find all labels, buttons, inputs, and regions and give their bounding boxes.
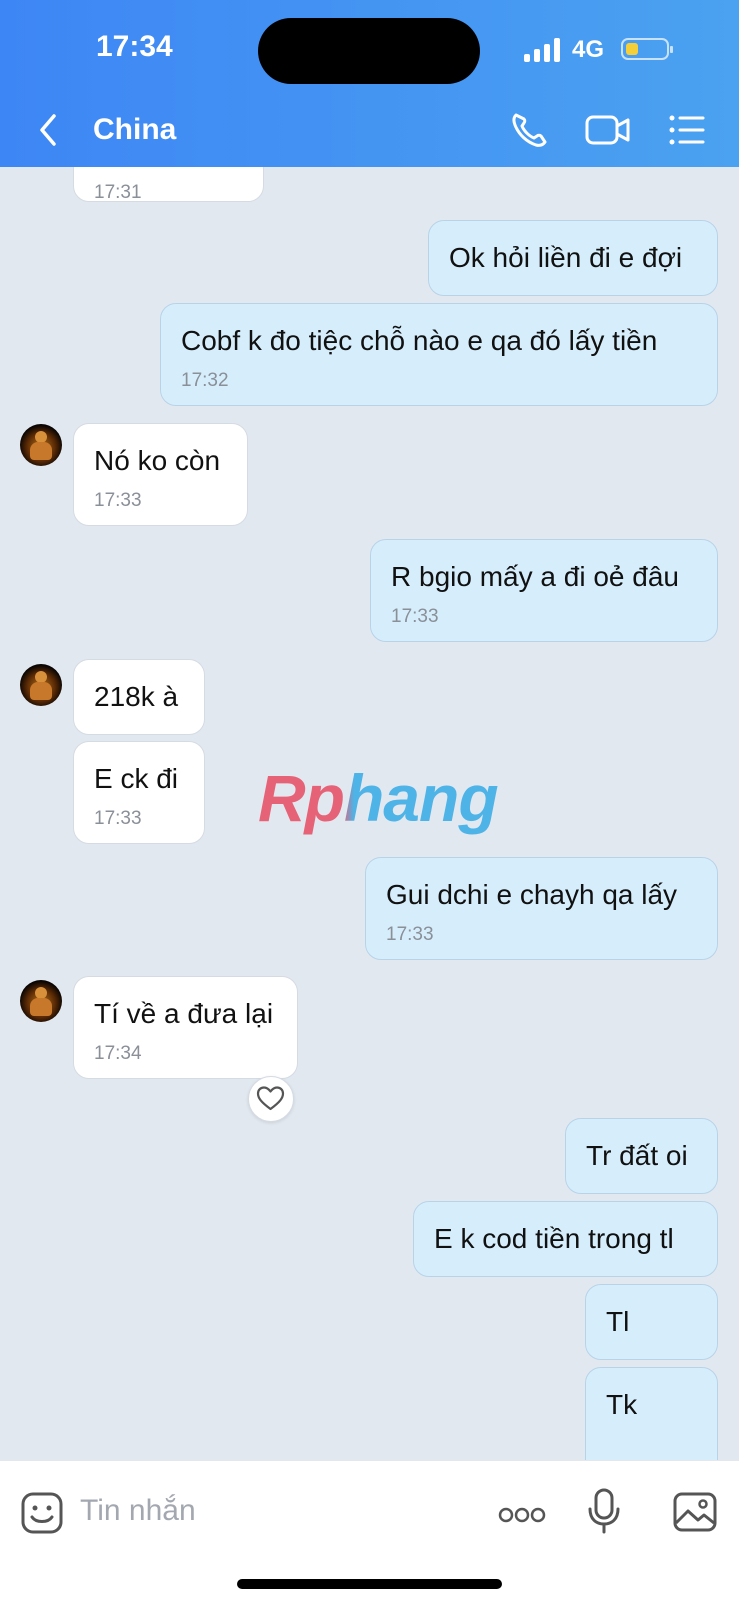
list-menu-icon — [669, 115, 705, 145]
phone-icon — [512, 113, 547, 147]
contact-avatar[interactable] — [20, 664, 62, 706]
message-outgoing[interactable]: Ok hỏi liền đi e đợi — [428, 220, 718, 296]
menu-button[interactable] — [665, 108, 713, 152]
back-button[interactable] — [34, 110, 66, 150]
message-time: 17:31 — [94, 182, 142, 203]
signal-icon — [524, 38, 564, 62]
watermark-logo: Rphang — [258, 761, 499, 835]
message-text: Ok hỏi liền đi e đợi — [449, 242, 683, 273]
home-indicator[interactable] — [237, 1579, 502, 1589]
chevron-left-icon — [40, 114, 56, 146]
message-text: E k cod tiền trong tl — [434, 1223, 674, 1254]
more-dots-icon — [498, 1507, 546, 1523]
image-button[interactable] — [672, 1491, 718, 1538]
chat-header: 17:34 4G China — [0, 0, 739, 167]
message-time: 17:32 — [181, 370, 229, 391]
more-button[interactable] — [498, 1505, 546, 1530]
message-incoming[interactable]: 17:31 — [73, 167, 264, 203]
message-incoming[interactable]: 218k à — [73, 659, 205, 735]
message-text: Cobf k đo tiệc chỗ nào e qa đó lấy tiền — [181, 325, 658, 356]
message-time: 17:33 — [386, 924, 434, 945]
message-time: 17:33 — [94, 490, 142, 511]
network-type: 4G — [572, 36, 605, 63]
message-text: Nó ko còn — [94, 445, 221, 476]
message-input-bar — [0, 1460, 739, 1601]
message-incoming[interactable]: Nó ko còn 17:33 — [73, 423, 248, 526]
message-time: 17:33 — [391, 606, 439, 627]
status-time: 17:34 — [96, 30, 173, 63]
emoji-sticker-icon — [21, 1492, 63, 1534]
dynamic-island — [258, 18, 480, 84]
message-outgoing[interactable]: Tl — [585, 1284, 718, 1360]
battery-icon — [621, 38, 673, 60]
message-outgoing[interactable]: Tr đất oi — [565, 1118, 718, 1194]
message-outgoing[interactable]: E k cod tiền trong tl — [413, 1201, 718, 1277]
message-incoming[interactable]: Tí về a đưa lại 17:34 — [73, 976, 298, 1079]
heart-icon — [256, 1086, 285, 1111]
message-text: Tí về a đưa lại — [94, 998, 274, 1029]
call-button[interactable] — [506, 108, 554, 152]
message-text: 218k à — [94, 681, 179, 712]
message-text: Tr đất oi — [586, 1140, 688, 1171]
message-time: 17:34 — [94, 1043, 142, 1064]
message-time: 17:33 — [94, 808, 142, 829]
message-outgoing[interactable]: Tk — [585, 1367, 718, 1460]
message-text: Tk — [606, 1389, 638, 1420]
chat-title[interactable]: China — [93, 113, 176, 147]
voice-button[interactable] — [586, 1487, 622, 1540]
message-incoming[interactable]: E ck đi 17:33 — [73, 741, 205, 844]
video-camera-icon — [585, 115, 630, 145]
contact-avatar[interactable] — [20, 980, 62, 1022]
message-text: Gui dchi e chayh qa lấy — [386, 879, 678, 910]
message-outgoing[interactable]: Cobf k đo tiệc chỗ nào e qa đó lấy tiền … — [160, 303, 718, 406]
message-text: R bgio mấy a đi oẻ đâu — [391, 561, 679, 592]
video-call-button[interactable] — [584, 108, 632, 152]
reaction-button[interactable] — [248, 1076, 294, 1122]
microphone-icon — [588, 1488, 620, 1534]
contact-avatar[interactable] — [20, 424, 62, 466]
image-icon — [673, 1492, 717, 1532]
message-text: E ck đi — [94, 763, 179, 794]
message-outgoing[interactable]: Gui dchi e chayh qa lấy 17:33 — [365, 857, 718, 960]
message-text: Tl — [606, 1306, 630, 1337]
message-input[interactable] — [80, 1491, 460, 1531]
sticker-button[interactable] — [20, 1491, 64, 1540]
message-outgoing[interactable]: R bgio mấy a đi oẻ đâu 17:33 — [370, 539, 718, 642]
